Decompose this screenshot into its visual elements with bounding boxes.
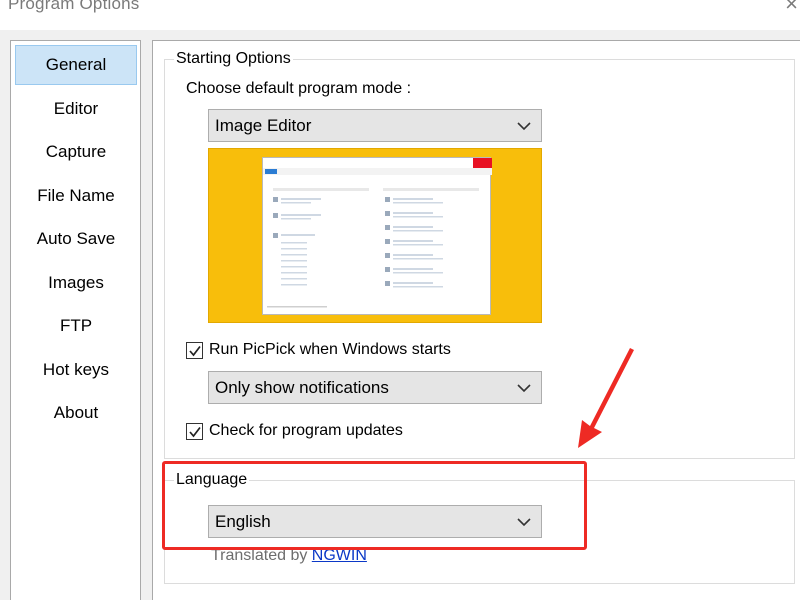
sidebar-item-label: Capture <box>45 142 107 161</box>
language-highlight-box <box>162 461 587 550</box>
sidebar-item-label: FTP <box>59 316 93 335</box>
program-mode-value: Image Editor <box>215 115 312 135</box>
preview-window-thumbnail <box>262 157 492 315</box>
sidebar-item-label: Editor <box>53 99 99 118</box>
sidebar-item-about[interactable]: About <box>15 393 137 433</box>
check-updates-checkbox[interactable] <box>186 423 203 440</box>
sidebar-item-hot-keys[interactable]: Hot keys <box>15 350 137 390</box>
check-updates-label: Check for program updates <box>209 422 403 439</box>
startup-behavior-select[interactable]: Only show notifications <box>208 371 542 404</box>
chevron-down-icon <box>517 122 531 131</box>
sidebar-item-capture[interactable]: Capture <box>15 132 137 172</box>
sidebar-item-auto-save[interactable]: Auto Save <box>15 219 137 259</box>
preview-window-drawing <box>263 158 492 308</box>
run-at-startup-checkbox[interactable] <box>186 342 203 359</box>
mode-preview-image <box>208 148 542 323</box>
sidebar-item-label: About <box>53 403 99 422</box>
sidebar-item-editor[interactable]: Editor <box>15 89 137 129</box>
sidebar-item-label: General <box>45 55 107 74</box>
checkmark-icon <box>189 345 201 357</box>
chevron-down-icon <box>517 384 531 393</box>
sidebar-item-label: Auto Save <box>36 229 116 248</box>
starting-options-legend: Starting Options <box>174 50 293 68</box>
sidebar-item-label: Hot keys <box>42 360 110 379</box>
sidebar-item-images[interactable]: Images <box>15 263 137 303</box>
checkmark-icon <box>189 426 201 438</box>
sidebar-item-label: Images <box>48 273 104 292</box>
default-mode-label: Choose default program mode : <box>186 80 412 97</box>
red-arrow-annotation <box>578 348 634 448</box>
startup-behavior-value: Only show notifications <box>215 377 389 397</box>
options-sidebar: General Editor Capture File Name Auto Sa… <box>10 40 141 600</box>
close-icon[interactable]: × <box>785 0 798 16</box>
run-at-startup-label: Run PicPick when Windows starts <box>209 341 451 358</box>
window-title: Program Options <box>8 0 140 13</box>
sidebar-item-ftp[interactable]: FTP <box>15 306 137 346</box>
program-mode-select[interactable]: Image Editor <box>208 109 542 142</box>
sidebar-item-file-name[interactable]: File Name <box>15 176 137 216</box>
title-bar: Program Options × <box>0 0 800 30</box>
sidebar-item-general[interactable]: General <box>15 45 137 85</box>
sidebar-item-label: File Name <box>37 186 115 205</box>
